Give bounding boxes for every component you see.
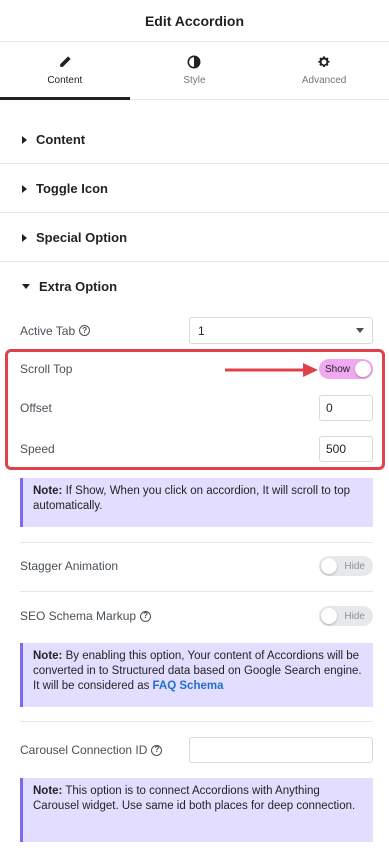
section-label: Extra Option: [39, 278, 118, 294]
page-title: Edit Accordion: [144, 12, 245, 29]
scroll-top-toggle[interactable]: Show: [319, 359, 373, 379]
tab-advanced[interactable]: Advanced: [259, 42, 389, 99]
caret-down-icon: [22, 283, 30, 289]
gear-icon: [318, 56, 330, 67]
divider: [20, 721, 373, 722]
section-special-option[interactable]: Special Option: [0, 214, 389, 262]
note-text: If Show, When you click on accordion, It…: [33, 485, 351, 512]
stagger-animation-label: Stagger Animation: [20, 559, 119, 573]
half-circle-icon: [188, 55, 201, 69]
chevron-down-icon: [356, 328, 364, 333]
tab-content[interactable]: Content: [0, 42, 130, 100]
section-toggle-icon[interactable]: Toggle Icon: [0, 165, 389, 213]
section-label: Special Option: [36, 230, 128, 245]
panel-header: Edit Accordion: [0, 0, 389, 42]
divider: [20, 591, 373, 592]
stagger-animation-row: Stagger Animation Hide: [20, 556, 373, 576]
offset-label: Offset: [20, 401, 52, 415]
caret-right-icon: [22, 233, 27, 242]
section-content[interactable]: Content: [0, 116, 389, 164]
section-extra-option[interactable]: Extra Option: [0, 262, 389, 310]
active-tab-label: Active Tab ?: [20, 324, 91, 338]
carousel-connection-label: Carousel Connection ID ?: [20, 743, 163, 757]
speed-input[interactable]: 500: [319, 436, 373, 462]
carousel-connection-row: Carousel Connection ID ?: [20, 737, 373, 763]
offset-input[interactable]: 0: [319, 395, 373, 421]
section-label: Toggle Icon: [36, 181, 108, 196]
note-text: This option is to connect Accordions wit…: [33, 785, 356, 812]
speed-row: Speed 500: [20, 436, 373, 462]
offset-row: Offset 0: [20, 395, 373, 421]
note-scroll-top: Note: If Show, When you click on accordi…: [20, 478, 373, 527]
pencil-icon: [60, 56, 71, 67]
faq-schema-link[interactable]: FAQ Schema: [153, 680, 224, 692]
toggle-text: Show: [325, 363, 351, 375]
arrow-icon: [225, 363, 318, 377]
note-prefix: Note:: [33, 650, 63, 662]
help-icon[interactable]: ?: [79, 325, 91, 336]
divider: [20, 542, 373, 543]
note-prefix: Note:: [33, 485, 63, 497]
caret-right-icon: [22, 184, 27, 193]
caret-right-icon: [22, 135, 27, 144]
toggle-knob: [321, 608, 337, 624]
toggle-knob: [355, 361, 371, 377]
scroll-top-row: Scroll Top Show: [20, 359, 373, 379]
toggle-text: Hide: [344, 560, 365, 572]
help-icon[interactable]: ?: [140, 610, 152, 622]
seo-schema-row: SEO Schema Markup ? Hide: [20, 606, 373, 626]
help-icon[interactable]: ?: [151, 744, 163, 756]
note-carousel: Note: This option is to connect Accordio…: [20, 778, 373, 842]
section-label: Content: [36, 132, 86, 147]
tab-style[interactable]: Style: [130, 42, 260, 99]
tab-bar: Content Style Advanced: [0, 42, 389, 100]
active-tab-row: Active Tab ? 1: [20, 317, 373, 344]
toggle-text: Hide: [344, 610, 365, 622]
note-prefix: Note:: [33, 785, 63, 797]
tab-label: Advanced: [301, 75, 347, 86]
active-tab-select[interactable]: 1: [189, 317, 373, 344]
active-tab-value: 1: [198, 323, 205, 338]
toggle-knob: [321, 558, 337, 574]
stagger-animation-toggle[interactable]: Hide: [319, 556, 373, 576]
speed-label: Speed: [20, 442, 55, 456]
seo-schema-toggle[interactable]: Hide: [319, 606, 373, 626]
note-seo-schema: Note: By enabling this option, Your cont…: [20, 643, 373, 707]
seo-schema-label: SEO Schema Markup ?: [20, 609, 152, 623]
scroll-top-label: Scroll Top: [20, 362, 73, 376]
carousel-connection-input[interactable]: [189, 737, 373, 763]
tab-label: Content: [47, 75, 83, 86]
tab-label: Style: [183, 75, 206, 86]
